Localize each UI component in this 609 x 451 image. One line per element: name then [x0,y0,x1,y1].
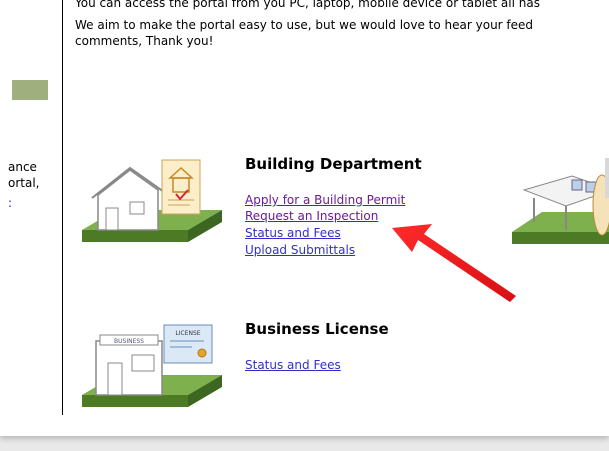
svg-text:BUSINESS: BUSINESS [114,338,144,345]
page: You can access the portal from you PC, l… [0,0,609,436]
sidebar: ance ortal, : [0,0,63,415]
building-status-fees-link[interactable]: Status and Fees [245,226,341,240]
business-status-fees-link[interactable]: Status and Fees [245,358,341,372]
sidebar-text: ance ortal, [8,160,40,190]
business-storefront-icon: BUSINESS LICENSE [82,324,222,407]
request-inspection-link[interactable]: Request an Inspection [245,209,378,223]
sidebar-link-fragment[interactable]: : [8,196,12,210]
business-license-title: Business License [245,320,389,338]
intro-line-1: You can access the portal from you PC, l… [75,0,540,10]
sidebar-green-bar [12,80,48,100]
planning-board-icon [512,158,609,244]
apply-building-permit-link[interactable]: Apply for a Building Permit [245,193,405,207]
building-department-title: Building Department [245,155,422,173]
upload-submittals-link[interactable]: Upload Submittals [245,243,355,257]
intro-text: You can access the portal from you PC, l… [75,0,609,55]
svg-text:LICENSE: LICENSE [175,330,200,337]
building-house-icon [82,159,222,242]
red-arrow-icon [392,224,516,302]
intro-line-2: We aim to make the portal easy to use, b… [75,18,534,48]
